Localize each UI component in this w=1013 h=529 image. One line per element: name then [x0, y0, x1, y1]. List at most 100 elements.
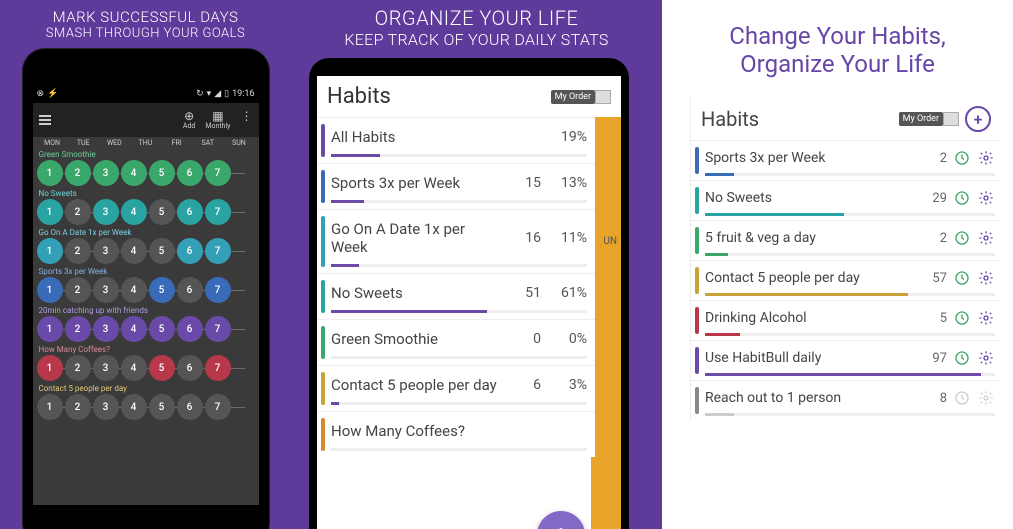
day-dot[interactable]: 5: [149, 277, 175, 303]
toggle-switch[interactable]: [943, 112, 959, 126]
habit-stat-item[interactable]: Green Smoothie00%: [317, 319, 595, 365]
day-dot[interactable]: 4: [121, 316, 147, 342]
reminder-icon[interactable]: [953, 349, 971, 367]
habit-count: 6: [507, 377, 541, 393]
habit-percent: 19%: [541, 129, 587, 145]
sync-icon: ↻: [196, 89, 204, 99]
gear-icon[interactable]: [977, 349, 995, 367]
overflow-button[interactable]: ⋮: [241, 110, 253, 130]
habit-row[interactable]: How Many Coffees?1234567: [33, 344, 259, 383]
day-dot[interactable]: 7: [205, 316, 231, 342]
habit-list-item[interactable]: Use HabitBull daily97: [691, 340, 1001, 380]
day-dot[interactable]: 3: [93, 316, 119, 342]
day-dot[interactable]: 2: [65, 277, 91, 303]
day-dot[interactable]: 1: [37, 238, 63, 264]
habit-list-item[interactable]: Reach out to 1 person8: [691, 380, 1001, 420]
day-dot[interactable]: 5: [149, 355, 175, 381]
day-dot[interactable]: 4: [121, 394, 147, 420]
day-dot[interactable]: 3: [93, 355, 119, 381]
day-dot[interactable]: 2: [65, 355, 91, 381]
reminder-icon[interactable]: [953, 269, 971, 287]
sort-toggle[interactable]: My Order: [899, 112, 959, 126]
reminder-icon[interactable]: [953, 149, 971, 167]
habit-stat-item[interactable]: All Habits19%: [317, 117, 595, 163]
gear-icon[interactable]: [977, 149, 995, 167]
day-dot[interactable]: 4: [121, 238, 147, 264]
day-dot[interactable]: 5: [149, 199, 175, 225]
reminder-icon[interactable]: [953, 389, 971, 407]
days-header: MONTUEWEDTHUFRISATSUN: [33, 137, 259, 149]
day-dot[interactable]: 2: [65, 199, 91, 225]
day-dot[interactable]: 3: [93, 199, 119, 225]
day-dot[interactable]: 1: [37, 316, 63, 342]
day-dot[interactable]: 4: [121, 355, 147, 381]
day-dot[interactable]: 4: [121, 160, 147, 186]
gear-icon[interactable]: [977, 309, 995, 327]
gear-icon[interactable]: [977, 389, 995, 407]
day-dot[interactable]: 1: [37, 394, 63, 420]
habit-row[interactable]: No Sweets1234567: [33, 188, 259, 227]
day-dot[interactable]: 7: [205, 394, 231, 420]
day-dot[interactable]: 7: [205, 277, 231, 303]
day-dot[interactable]: 1: [37, 355, 63, 381]
add-button[interactable]: ⊕ Add: [183, 110, 195, 130]
habit-row[interactable]: 20min catching up with friends1234567: [33, 305, 259, 344]
day-dot[interactable]: 7: [205, 160, 231, 186]
day-dot[interactable]: 6: [177, 394, 203, 420]
toggle-switch[interactable]: [595, 90, 611, 104]
day-dot[interactable]: 1: [37, 199, 63, 225]
habit-row[interactable]: Sports 3x per Week1234567: [33, 266, 259, 305]
progress-bar: [331, 264, 587, 267]
gear-icon[interactable]: [977, 229, 995, 247]
habit-name: No Sweets: [331, 284, 507, 302]
day-dot[interactable]: 3: [93, 277, 119, 303]
reminder-icon[interactable]: [953, 309, 971, 327]
day-dot[interactable]: 2: [65, 238, 91, 264]
habit-row[interactable]: Green Smoothie1234567: [33, 149, 259, 188]
day-dot[interactable]: 6: [177, 277, 203, 303]
habit-row[interactable]: Contact 5 people per day1234567: [33, 383, 259, 422]
day-dot[interactable]: 5: [149, 160, 175, 186]
day-dot[interactable]: 3: [93, 394, 119, 420]
gear-icon[interactable]: [977, 269, 995, 287]
fab-add-button[interactable]: +: [537, 511, 585, 529]
reminder-icon[interactable]: [953, 189, 971, 207]
day-dot[interactable]: 5: [149, 316, 175, 342]
day-dot[interactable]: 5: [149, 238, 175, 264]
day-dot[interactable]: 3: [93, 160, 119, 186]
day-dot[interactable]: 1: [37, 277, 63, 303]
sort-toggle[interactable]: My Order: [551, 90, 611, 104]
day-dot[interactable]: 6: [177, 199, 203, 225]
habit-stat-item[interactable]: Sports 3x per Week1513%: [317, 163, 595, 209]
gear-icon[interactable]: [977, 189, 995, 207]
day-dot[interactable]: 6: [177, 238, 203, 264]
day-dot[interactable]: 2: [65, 316, 91, 342]
day-dot[interactable]: 6: [177, 355, 203, 381]
add-habit-button[interactable]: +: [965, 106, 991, 132]
day-dot[interactable]: 7: [205, 238, 231, 264]
day-dot[interactable]: 4: [121, 277, 147, 303]
reminder-icon[interactable]: [953, 229, 971, 247]
day-dot[interactable]: 3: [93, 238, 119, 264]
habit-stat-item[interactable]: How Many Coffees?: [317, 411, 595, 457]
habit-stat-item[interactable]: Contact 5 people per day63%: [317, 365, 595, 411]
day-dot[interactable]: 7: [205, 355, 231, 381]
day-dot[interactable]: 2: [65, 394, 91, 420]
day-dot[interactable]: 4: [121, 199, 147, 225]
day-dot[interactable]: 7: [205, 199, 231, 225]
day-dot[interactable]: 6: [177, 160, 203, 186]
habit-list-item[interactable]: Sports 3x per Week2: [691, 140, 1001, 180]
menu-icon[interactable]: [39, 115, 51, 125]
day-dot[interactable]: 1: [37, 160, 63, 186]
monthly-button[interactable]: ▦ Monthly: [205, 110, 230, 130]
day-dot[interactable]: 5: [149, 394, 175, 420]
habit-row[interactable]: Go On A Date 1x per Week1234567: [33, 227, 259, 266]
habit-stat-item[interactable]: No Sweets5161%: [317, 273, 595, 319]
habit-list-item[interactable]: No Sweets29: [691, 180, 1001, 220]
day-dot[interactable]: 2: [65, 160, 91, 186]
habit-list-item[interactable]: Contact 5 people per day57: [691, 260, 1001, 300]
habit-list-item[interactable]: 5 fruit & veg a day2: [691, 220, 1001, 260]
habit-stat-item[interactable]: Go On A Date 1x per Week1611%: [317, 209, 595, 273]
day-dot[interactable]: 6: [177, 316, 203, 342]
habit-list-item[interactable]: Drinking Alcohol5: [691, 300, 1001, 340]
